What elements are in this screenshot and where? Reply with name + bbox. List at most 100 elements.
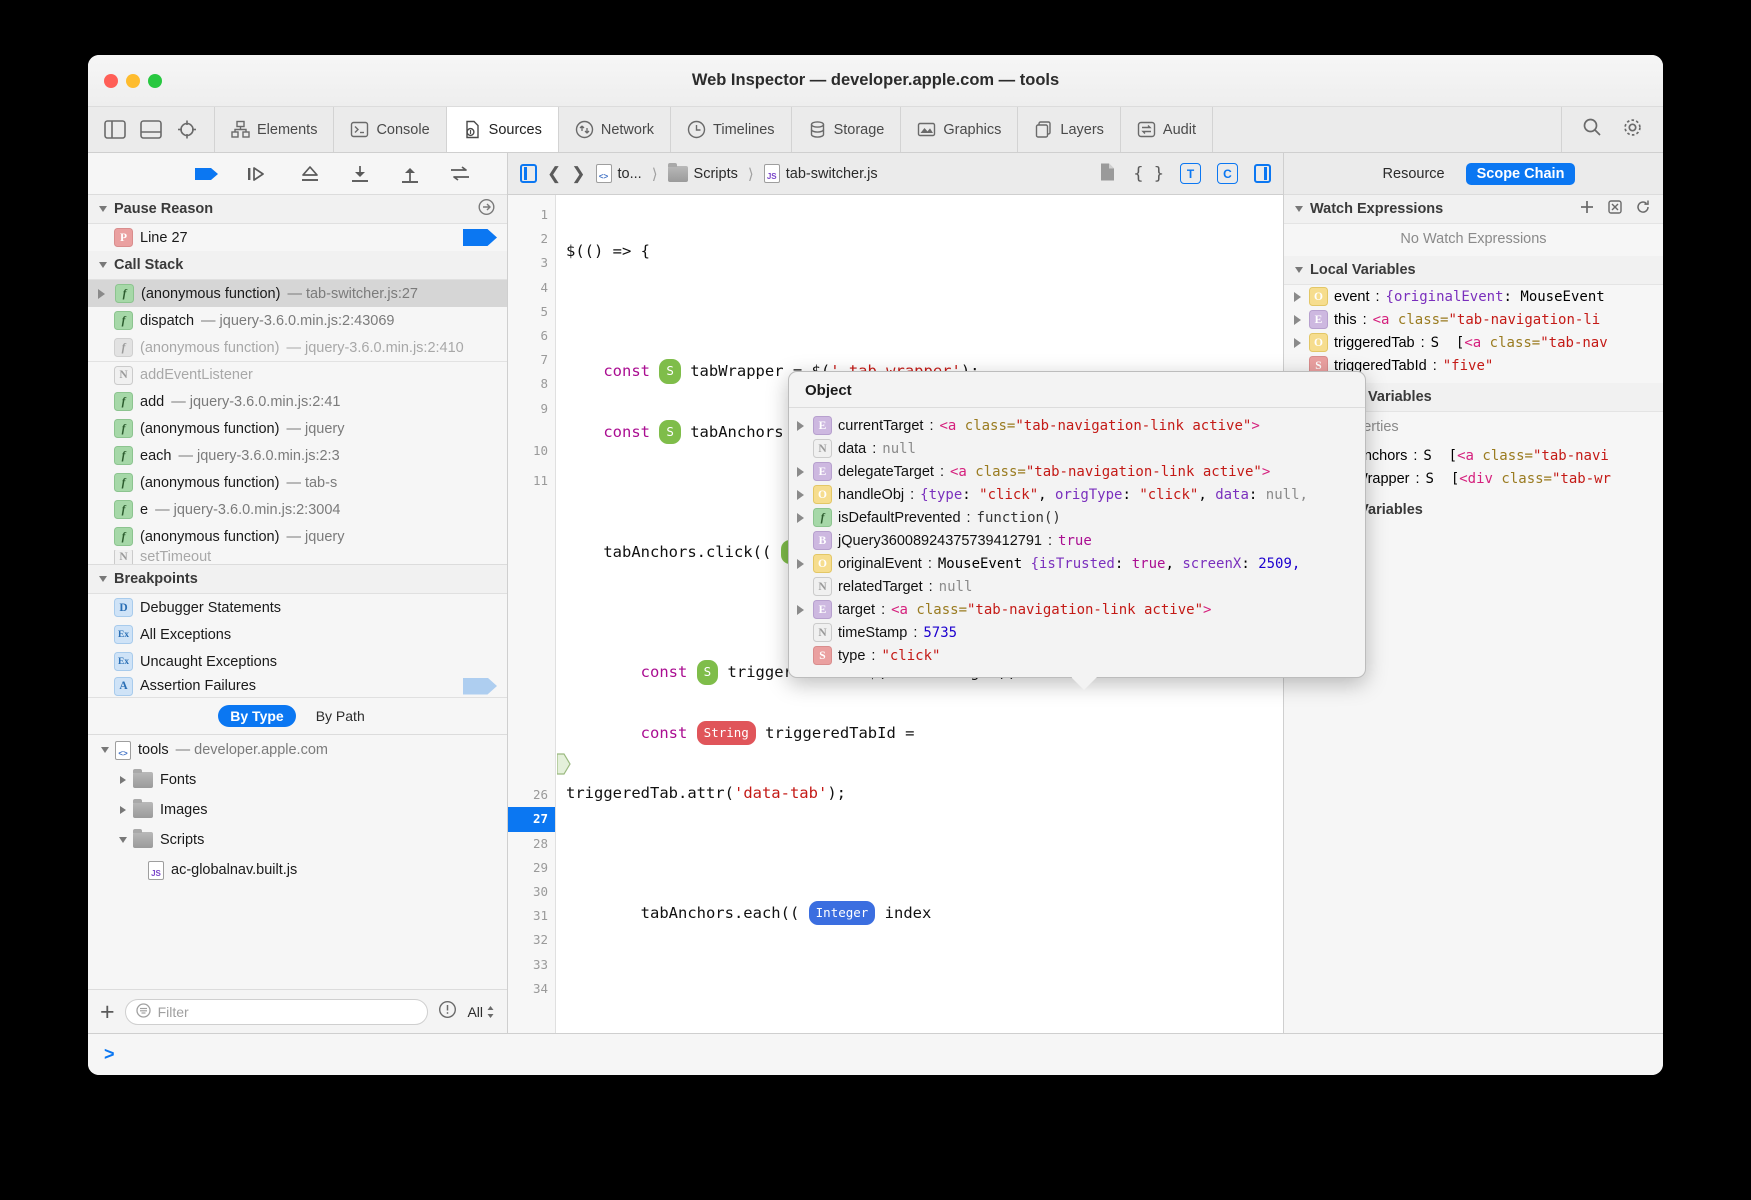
- tab-console[interactable]: Console: [334, 107, 447, 152]
- tab-sources[interactable]: Sources: [446, 107, 559, 152]
- tab-layers[interactable]: Layers: [1018, 107, 1121, 152]
- resume-icon[interactable]: [194, 165, 220, 183]
- sidebar-bottom-icon[interactable]: [140, 120, 162, 139]
- disclosure-triangle-icon[interactable]: [99, 576, 107, 582]
- tree-item-scripts[interactable]: Scripts: [88, 825, 507, 855]
- popover-property[interactable]: S type: "click": [789, 644, 1365, 667]
- disclosure-triangle-icon[interactable]: [99, 206, 107, 212]
- disclosure-triangle-icon[interactable]: [797, 489, 806, 500]
- breadcrumb-item-file[interactable]: JS tab-switcher.js: [763, 164, 878, 183]
- call-stack-frame[interactable]: f e — jquery-3.6.0.min.js:2:3004: [88, 496, 507, 523]
- section-local-variables[interactable]: Local Variables: [1284, 256, 1663, 285]
- disclosure-triangle-icon[interactable]: [1294, 314, 1303, 325]
- scope-variable[interactable]: O event: {originalEvent: MouseEvent: [1284, 285, 1663, 308]
- disclosure-triangle-icon[interactable]: [797, 558, 806, 569]
- popover-property[interactable]: E target: <a class="tab-navigation-link …: [789, 598, 1365, 621]
- warning-icon[interactable]: [438, 1000, 457, 1024]
- element-select-icon[interactable]: [176, 120, 198, 139]
- section-call-stack[interactable]: Call Stack: [88, 251, 507, 280]
- disclosure-triangle-icon[interactable]: [797, 604, 806, 615]
- step-out-icon[interactable]: [348, 165, 372, 183]
- goto-arrow-icon[interactable]: [478, 198, 495, 220]
- call-stack-frame[interactable]: f add — jquery-3.6.0.min.js:2:41: [88, 388, 507, 415]
- tab-elements[interactable]: Elements: [215, 107, 335, 152]
- add-icon[interactable]: [1579, 199, 1595, 219]
- disclosure-triangle-icon[interactable]: [120, 806, 126, 814]
- popover-property[interactable]: B jQuery36008924375739412791: true: [789, 529, 1365, 552]
- tab-scope-chain[interactable]: Scope Chain: [1465, 162, 1576, 185]
- sidebar-left-icon[interactable]: [104, 120, 126, 139]
- disclosure-triangle-icon[interactable]: [1294, 291, 1303, 302]
- step-up-icon[interactable]: [398, 165, 422, 183]
- popover-property[interactable]: E delegateTarget: <a class="tab-navigati…: [789, 460, 1365, 483]
- call-stack-frame[interactable]: N setTimeout: [88, 550, 507, 564]
- disclosure-triangle-icon[interactable]: [797, 512, 806, 523]
- back-chevron-icon[interactable]: ❮: [547, 164, 561, 184]
- navigation-sidebar-icon[interactable]: [520, 164, 537, 183]
- minimize-button[interactable]: [126, 73, 140, 88]
- popover-property[interactable]: N data: null: [789, 437, 1365, 460]
- filter-input[interactable]: Filter: [124, 998, 429, 1025]
- disclosure-triangle-icon[interactable]: [101, 747, 109, 753]
- breakpoint-grouping-segmented-control[interactable]: By Type By Path: [88, 697, 507, 735]
- tree-item-fonts[interactable]: Fonts: [88, 765, 507, 795]
- console-prompt-bar[interactable]: >: [88, 1033, 1663, 1075]
- disclosure-triangle-icon[interactable]: [99, 262, 107, 268]
- step-into-icon[interactable]: [298, 165, 322, 183]
- popover-property[interactable]: N timeStamp: 5735: [789, 621, 1365, 644]
- call-stack-frame[interactable]: N addEventListener: [88, 361, 507, 388]
- pretty-print-icon[interactable]: { }: [1133, 164, 1164, 184]
- popover-property[interactable]: E currentTarget: <a class="tab-navigatio…: [789, 414, 1365, 437]
- gear-icon[interactable]: [1622, 117, 1643, 143]
- section-pause-reason[interactable]: Pause Reason: [88, 195, 507, 224]
- popover-property[interactable]: O originalEvent: MouseEvent {isTrusted: …: [789, 552, 1365, 575]
- breadcrumb-item-tools[interactable]: <> to...: [595, 164, 642, 183]
- breakpoint-item[interactable]: Ex All Exceptions: [88, 621, 507, 648]
- breakpoint-marker-icon[interactable]: [463, 677, 497, 695]
- breakpoint-item[interactable]: A Assertion Failures: [88, 675, 507, 697]
- tab-storage[interactable]: Storage: [792, 107, 902, 152]
- call-stack-frame[interactable]: f (anonymous function) — jquery: [88, 415, 507, 442]
- scope-variable[interactable]: O triggeredTab: S [<a class="tab-nav: [1284, 331, 1663, 354]
- call-stack-frame[interactable]: f (anonymous function) — jquery-3.6.0.mi…: [88, 334, 507, 361]
- clear-icon[interactable]: [1607, 199, 1623, 219]
- tree-item-ac-globalnav[interactable]: JS ac-globalnav.built.js: [88, 855, 507, 885]
- filter-scope-select[interactable]: All: [467, 1004, 495, 1020]
- tab-timelines[interactable]: Timelines: [671, 107, 792, 152]
- breakpoint-marker-icon[interactable]: [463, 229, 497, 246]
- disclosure-triangle-icon[interactable]: [797, 466, 806, 477]
- window-controls[interactable]: [88, 73, 162, 88]
- tree-root-tools[interactable]: <> tools — developer.apple.com: [88, 735, 507, 765]
- line-number-gutter[interactable]: 1 2 3 4 5 6 7 8 9 10 11 26 27 28 29 30 3…: [508, 195, 556, 1033]
- disclosure-triangle-icon[interactable]: [119, 837, 127, 843]
- refresh-icon[interactable]: [1635, 199, 1651, 219]
- popover-property[interactable]: N relatedTarget: null: [789, 575, 1365, 598]
- disclosure-triangle-icon[interactable]: [120, 776, 126, 784]
- details-sidebar-icon[interactable]: [1254, 164, 1271, 183]
- disclosure-triangle-icon[interactable]: [1295, 267, 1303, 273]
- pause-reason-item[interactable]: P Line 27: [88, 224, 507, 251]
- call-stack-frame[interactable]: f each — jquery-3.6.0.min.js:2:3: [88, 442, 507, 469]
- breakpoint-item[interactable]: D Debugger Statements: [88, 594, 507, 621]
- tab-resource[interactable]: Resource: [1372, 163, 1456, 185]
- disclosure-triangle-icon[interactable]: [1294, 337, 1303, 348]
- disclosure-triangle-icon[interactable]: [1295, 206, 1303, 212]
- call-stack-frame[interactable]: f dispatch — jquery-3.6.0.min.js:2:43069: [88, 307, 507, 334]
- scope-variable[interactable]: E this: <a class="tab-navigation-li: [1284, 308, 1663, 331]
- show-types-icon[interactable]: T: [1180, 163, 1201, 184]
- zoom-button[interactable]: [148, 73, 162, 88]
- call-stack-frame[interactable]: f (anonymous function) — jquery: [88, 523, 507, 550]
- popover-property[interactable]: f isDefaultPrevented: function(): [789, 506, 1365, 529]
- section-breakpoints[interactable]: Breakpoints: [88, 564, 507, 594]
- tab-graphics[interactable]: Graphics: [901, 107, 1019, 152]
- resource-icon[interactable]: [1098, 162, 1117, 186]
- forward-chevron-icon[interactable]: ❯: [571, 164, 585, 184]
- tab-network[interactable]: Network: [559, 107, 672, 152]
- segment-by-type[interactable]: By Type: [218, 705, 296, 727]
- show-code-coverage-icon[interactable]: C: [1217, 163, 1238, 184]
- section-watch-expressions[interactable]: Watch Expressions: [1284, 195, 1663, 224]
- close-button[interactable]: [104, 73, 118, 88]
- disclosure-triangle-icon[interactable]: [797, 420, 806, 431]
- search-icon[interactable]: [1582, 117, 1602, 142]
- tree-item-images[interactable]: Images: [88, 795, 507, 825]
